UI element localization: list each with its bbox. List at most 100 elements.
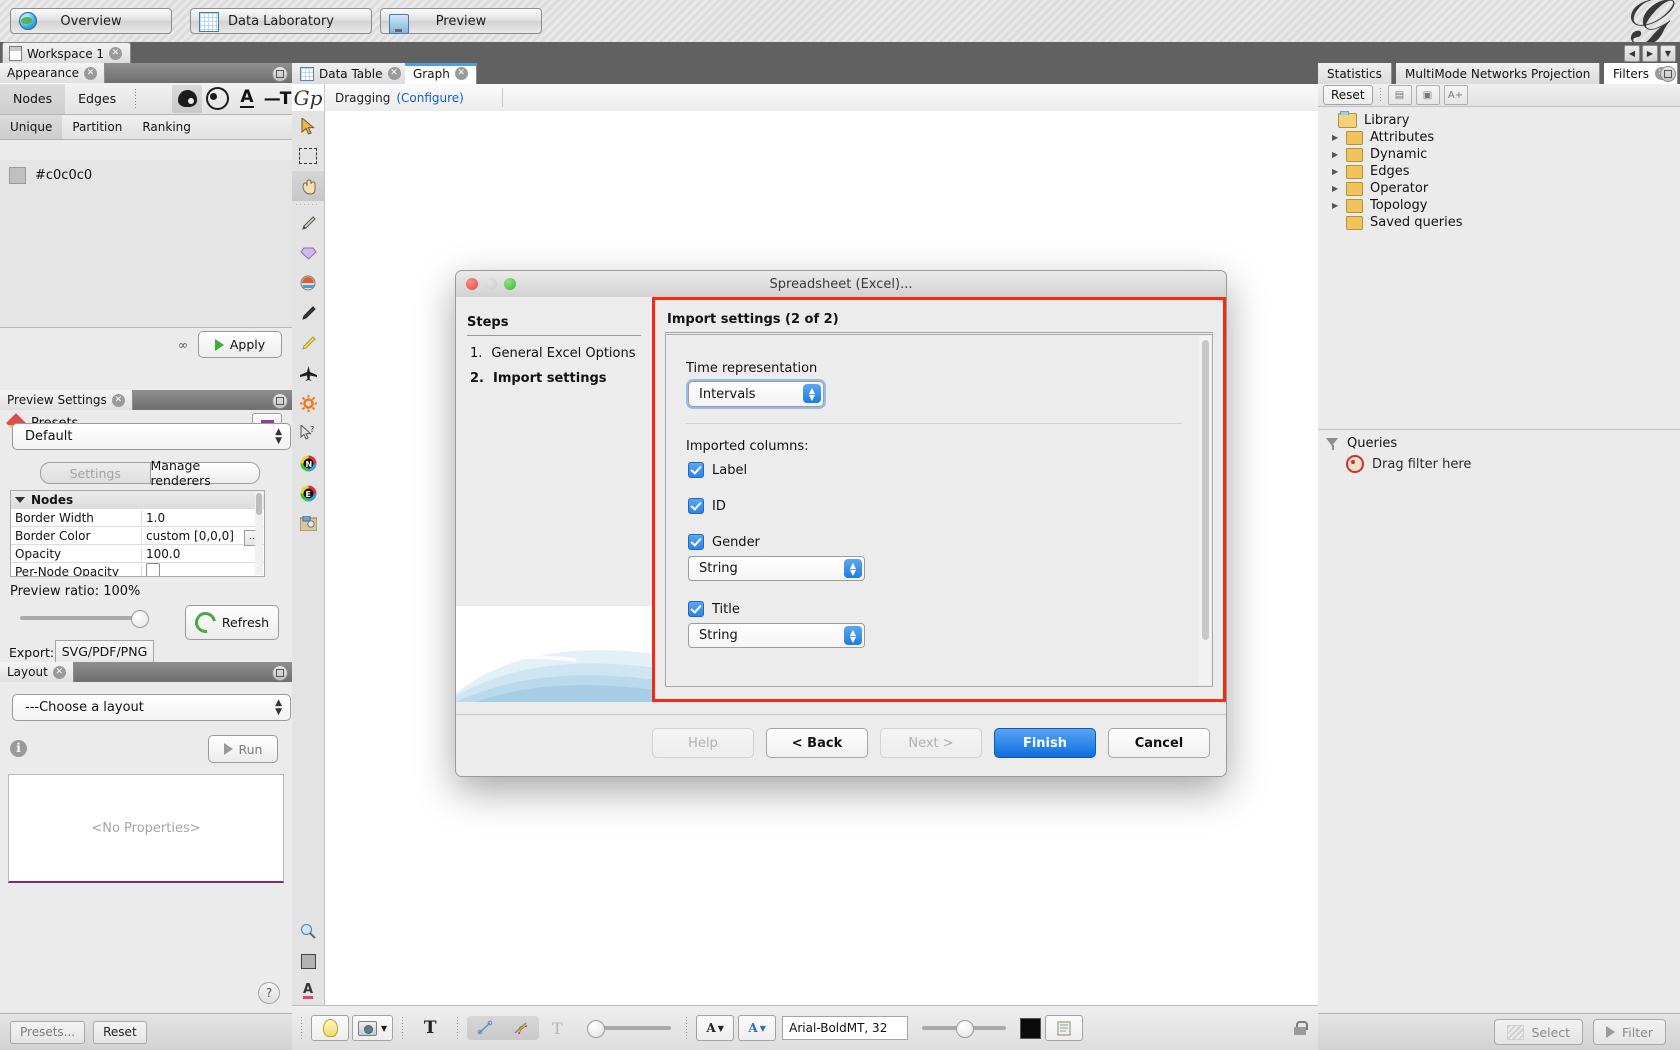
label-attributes-icon[interactable]	[1045, 1015, 1084, 1041]
workspace-tab[interactable]: Workspace 1 ✕	[2, 42, 132, 64]
tab-graph[interactable]: Graph ✕	[405, 63, 477, 84]
brush-icon[interactable]	[292, 208, 324, 238]
column-checkbox-title[interactable]: Title	[688, 601, 740, 617]
export-selection-icon[interactable]: ▤	[1387, 85, 1412, 105]
tab-multimode-networks-projection[interactable]: MultiMode Networks Projection	[1396, 63, 1601, 84]
preview-ratio-slider-knob[interactable]	[131, 610, 149, 628]
chevron-down-icon[interactable]: ▼	[1660, 45, 1676, 62]
edge-label-font-button[interactable]: A ▼	[738, 1015, 777, 1041]
color-swatch[interactable]	[9, 167, 26, 184]
camera-icon[interactable]: ▼	[352, 1015, 394, 1041]
triangle-right-icon[interactable]: ▶	[1332, 184, 1346, 193]
table-row[interactable]: Opacity 100.0	[11, 545, 264, 563]
back-button[interactable]: < Back	[766, 728, 868, 758]
tree-item-topology[interactable]: ▶ Topology	[1318, 197, 1680, 214]
maximize-icon[interactable]	[272, 665, 288, 681]
property-value[interactable]: custom [0,0,0] ...	[142, 529, 264, 546]
preview-settings-tab[interactable]: Preview Settings ✕	[0, 390, 133, 410]
close-window-icon[interactable]	[466, 278, 478, 290]
tab-ranking[interactable]: Ranking	[132, 115, 201, 139]
label-color-icon[interactable]: A	[232, 85, 262, 113]
triangle-right-icon[interactable]: ▶	[1332, 133, 1346, 142]
cancel-button[interactable]: Cancel	[1108, 728, 1210, 758]
cursor-icon[interactable]	[292, 111, 324, 141]
tab-statistics[interactable]: Statistics	[1318, 63, 1392, 84]
preset-select[interactable]: Default ▲ ▼	[12, 423, 291, 450]
edge-line-icon[interactable]	[467, 1016, 504, 1040]
close-icon[interactable]: ✕	[454, 67, 468, 80]
tree-item-saved-queries[interactable]: Saved queries	[1318, 214, 1680, 231]
close-icon[interactable]: ✕	[109, 47, 123, 60]
time-representation-select[interactable]: Intervals ▲ ▼	[688, 381, 824, 407]
filters-reset-button[interactable]: Reset	[1323, 85, 1373, 105]
preview-properties-table[interactable]: Nodes Border Width 1.0 Border Color cust…	[10, 490, 265, 577]
paint-icon[interactable]	[292, 268, 324, 298]
triangle-right-icon[interactable]: ▶	[1332, 150, 1346, 159]
rectangle-select-icon[interactable]	[292, 141, 324, 171]
checkbox[interactable]	[688, 498, 704, 514]
tab-data-table[interactable]: Data Table ✕	[292, 63, 410, 84]
close-icon[interactable]: ✕	[84, 66, 98, 80]
tab-partition[interactable]: Partition	[62, 115, 132, 139]
maximize-window-icon[interactable]	[504, 278, 516, 290]
segment-manage-renderers[interactable]: Manage renderers	[150, 458, 260, 488]
export-button[interactable]: SVG/PDF/PNG	[55, 640, 154, 663]
node-label-color-icon[interactable]: A	[292, 976, 324, 1006]
tree-item-operator[interactable]: ▶ Operator	[1318, 180, 1680, 197]
column-type-select-title[interactable]: String ▲ ▼	[688, 623, 865, 648]
label-size-icon[interactable]: —T	[262, 85, 292, 113]
segment-settings[interactable]: Settings	[40, 462, 151, 484]
palette-icon[interactable]	[172, 84, 202, 113]
presets-button[interactable]: Presets...	[10, 1020, 86, 1044]
apply-button[interactable]: Apply	[198, 331, 282, 358]
maximize-icon[interactable]	[1660, 66, 1676, 82]
link-icon[interactable]: ∞	[178, 338, 188, 352]
screenshot-icon[interactable]	[292, 508, 324, 538]
node-label-font-button[interactable]: A ▼	[696, 1015, 735, 1041]
layout-chooser-select[interactable]: ---Choose a layout ▲ ▼	[12, 694, 291, 721]
triangle-right-icon[interactable]: ▶	[1332, 167, 1346, 176]
select-button[interactable]: Select	[1494, 1019, 1584, 1045]
zoom-center-icon[interactable]	[292, 916, 324, 946]
lock-icon[interactable]	[1294, 1021, 1308, 1035]
edge-rainbow-icon[interactable]	[503, 1016, 540, 1040]
cursor-help-icon[interactable]: ?	[292, 418, 324, 448]
close-icon[interactable]: ✕	[387, 67, 401, 80]
refresh-button[interactable]: Refresh	[185, 605, 279, 640]
sun-icon[interactable]	[292, 388, 324, 418]
info-icon[interactable]: i	[10, 740, 27, 757]
property-value[interactable]: 100.0	[142, 547, 264, 561]
node-label-toggle-icon[interactable]: T	[412, 1016, 448, 1040]
table-row[interactable]: Per-Node Opacity	[11, 563, 264, 576]
checkbox[interactable]	[688, 534, 704, 550]
minimize-window-icon[interactable]	[485, 278, 497, 290]
edge-color-icon[interactable]: E	[292, 478, 324, 508]
close-icon[interactable]: ✕	[111, 393, 125, 407]
close-icon[interactable]: ✕	[52, 665, 66, 679]
tree-item-dynamic[interactable]: ▶ Dynamic	[1318, 146, 1680, 163]
drag-filter-dropzone[interactable]: Drag filter here	[1346, 455, 1471, 473]
table-row[interactable]: Border Width 1.0	[11, 509, 264, 527]
tree-item-library[interactable]: Library	[1318, 111, 1680, 129]
color-row[interactable]: #c0c0c0	[0, 160, 292, 184]
checkbox[interactable]	[146, 563, 160, 576]
layout-tab[interactable]: Layout ✕	[0, 662, 74, 682]
size-icon[interactable]	[202, 85, 232, 113]
property-value[interactable]	[142, 563, 264, 576]
table-row[interactable]: Border Color custom [0,0,0] ...	[11, 527, 264, 546]
column-checkbox-gender[interactable]: Gender	[688, 534, 760, 550]
checkbox[interactable]	[688, 462, 704, 478]
column-type-select-gender[interactable]: String ▲ ▼	[688, 556, 865, 581]
edge-thickness-slider[interactable]	[581, 1016, 677, 1040]
finish-button[interactable]: Finish	[994, 728, 1096, 758]
mode-button-data-laboratory[interactable]: Data Laboratory	[190, 8, 372, 34]
column-checkbox-id[interactable]: ID	[688, 498, 726, 514]
tree-item-attributes[interactable]: ▶ Attributes	[1318, 129, 1680, 146]
node-color-icon[interactable]: N	[292, 448, 324, 478]
edge-label-icon[interactable]: T	[539, 1016, 575, 1040]
hand-icon[interactable]	[292, 171, 324, 201]
diamond-icon[interactable]	[292, 238, 324, 268]
column-checkbox-label[interactable]: Label	[688, 462, 747, 478]
filter-button[interactable]: Filter	[1593, 1019, 1666, 1045]
checkbox[interactable]	[688, 601, 704, 617]
